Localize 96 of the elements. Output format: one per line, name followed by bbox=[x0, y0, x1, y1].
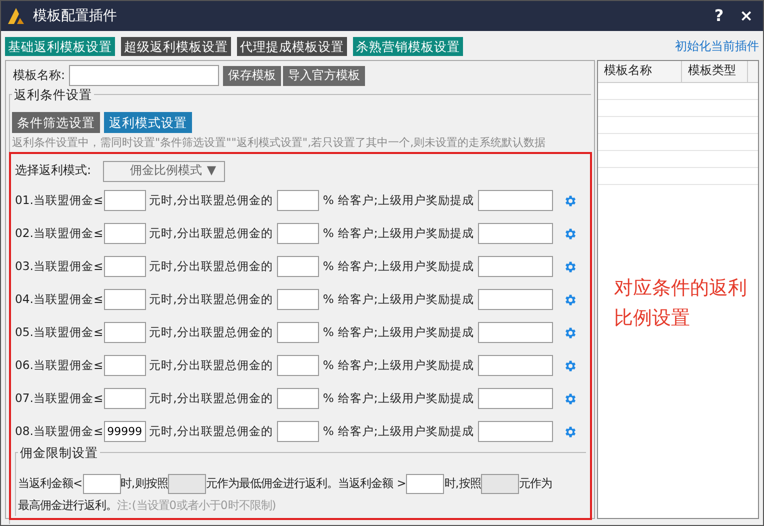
import-template-button[interactable]: 导入官方模板 bbox=[283, 66, 366, 86]
reward-field[interactable] bbox=[478, 190, 553, 212]
condition-text: 07.当联盟佣金≤ bbox=[15, 391, 104, 406]
condition-text: 元时,分出联盟总佣金的 bbox=[149, 424, 273, 440]
limit-text: 最高佣金进行返利。 bbox=[18, 498, 117, 512]
percent-field[interactable] bbox=[276, 223, 319, 244]
field-label: 模板名称: bbox=[13, 68, 66, 84]
logo-icon bbox=[7, 8, 25, 24]
condition-text: 给客户;上级用户奖励提成 bbox=[338, 259, 474, 274]
limit-text: 当返利金额< bbox=[18, 476, 83, 490]
unit-text: % bbox=[322, 259, 334, 274]
reward-field[interactable] bbox=[478, 355, 553, 376]
reward-field[interactable] bbox=[478, 223, 553, 244]
condition-text: 给客户;上级用户奖励提成 bbox=[338, 391, 474, 406]
settings-icon[interactable] bbox=[562, 226, 577, 241]
condition-text: 05.当联盟佣金≤ bbox=[15, 325, 104, 340]
percent-field[interactable] bbox=[276, 322, 319, 344]
condition-text: 元时,分出联盟总佣金的 bbox=[149, 226, 273, 242]
threshold-field[interactable] bbox=[104, 223, 146, 244]
settings-icon[interactable] bbox=[562, 194, 577, 208]
section-legend: 返利条件设置 bbox=[12, 87, 94, 102]
limit-text: 元作为最低佣金进行返利。当返利金额 > bbox=[206, 476, 406, 490]
unit-text: % bbox=[322, 325, 334, 340]
help-button[interactable]: ? bbox=[710, 6, 728, 26]
template-tab-button[interactable]: 代理提成模板设置 bbox=[237, 37, 347, 56]
threshold-field[interactable] bbox=[104, 190, 146, 212]
column-header[interactable]: 模板名称 bbox=[598, 61, 682, 82]
reward-field[interactable] bbox=[478, 388, 553, 410]
limit-text: 时,则按照 bbox=[120, 476, 168, 490]
settings-icon[interactable] bbox=[562, 424, 577, 439]
settings-tab[interactable]: 返利模式设置 bbox=[104, 112, 192, 133]
settings-tab[interactable]: 条件筛选设置 bbox=[12, 112, 100, 133]
percent-field[interactable] bbox=[276, 388, 319, 410]
percent-field[interactable] bbox=[276, 355, 319, 376]
mode-dropdown[interactable]: 佣金比例模式 ▼ bbox=[103, 160, 226, 182]
condition-text: 03.当联盟佣金≤ bbox=[15, 259, 104, 274]
note-text: 注:(当设置0或者小于0时不限制) bbox=[117, 498, 276, 512]
template-tab-button[interactable]: 超级返利模板设置 bbox=[121, 37, 231, 56]
condition-text: 给客户;上级用户奖励提成 bbox=[338, 292, 474, 308]
condition-text: 02.当联盟佣金≤ bbox=[15, 226, 104, 242]
percent-field[interactable] bbox=[276, 289, 319, 310]
condition-text: 08.当联盟佣金≤ bbox=[15, 424, 104, 440]
window-title: 模板配置插件 bbox=[33, 6, 117, 26]
condition-text: 元时,分出联盟总佣金的 bbox=[149, 292, 273, 308]
threshold-field[interactable]: 99999 bbox=[104, 421, 146, 442]
threshold-field[interactable] bbox=[104, 388, 146, 410]
condition-text: 元时,分出联盟总佣金的 bbox=[149, 358, 273, 374]
condition-text: 元时,分出联盟总佣金的 bbox=[149, 193, 273, 208]
annotation-text: 对应条件的返利比例设置 bbox=[614, 276, 748, 331]
settings-icon[interactable] bbox=[562, 358, 577, 373]
reward-field[interactable] bbox=[478, 322, 553, 344]
condition-text: 元时,分出联盟总佣金的 bbox=[149, 391, 273, 406]
condition-text: 04.当联盟佣金≤ bbox=[15, 292, 104, 308]
percent-field[interactable] bbox=[276, 256, 319, 278]
threshold-field[interactable] bbox=[104, 322, 146, 344]
unit-text: % bbox=[322, 391, 334, 406]
field-label: 选择返利模式: bbox=[15, 163, 92, 179]
unit-text: % bbox=[322, 292, 334, 308]
condition-text: 给客户;上级用户奖励提成 bbox=[338, 358, 474, 374]
condition-text: 给客户;上级用户奖励提成 bbox=[338, 226, 474, 242]
condition-text: 01.当联盟佣金≤ bbox=[15, 193, 104, 208]
template-tab-button[interactable]: 杀熟营销模板设置 bbox=[353, 37, 463, 56]
save-template-button[interactable]: 保存模板 bbox=[223, 66, 282, 86]
condition-text: 给客户;上级用户奖励提成 bbox=[338, 325, 474, 340]
reward-field[interactable] bbox=[478, 289, 553, 310]
condition-text: 元时,分出联盟总佣金的 bbox=[149, 259, 273, 274]
unit-text: % bbox=[322, 424, 334, 440]
reward-field[interactable] bbox=[478, 421, 553, 442]
amount-field[interactable] bbox=[406, 474, 444, 494]
unit-text: % bbox=[322, 193, 334, 208]
condition-text: 元时,分出联盟总佣金的 bbox=[149, 325, 273, 340]
threshold-field[interactable] bbox=[104, 289, 146, 310]
condition-text: 给客户;上级用户奖励提成 bbox=[338, 424, 474, 440]
reward-field[interactable] bbox=[478, 256, 553, 278]
condition-text: 给客户;上级用户奖励提成 bbox=[338, 193, 474, 208]
unit-text: % bbox=[322, 358, 334, 374]
condition-text: 06.当联盟佣金≤ bbox=[15, 358, 104, 374]
unit-text: % bbox=[322, 226, 334, 242]
hint-text: 返利条件设置中，需同时设置"条件筛选设置""返利模式设置",若只设置了其中一个,则未设置的走系统默认数据 bbox=[12, 136, 547, 150]
threshold-field[interactable] bbox=[104, 256, 146, 278]
settings-icon[interactable] bbox=[562, 292, 577, 307]
settings-icon[interactable] bbox=[562, 326, 577, 340]
percent-field[interactable] bbox=[276, 190, 319, 212]
template-tab-button[interactable]: 基础返利模板设置 bbox=[5, 37, 115, 56]
reset-plugin-link[interactable]: 初始化当前插件 bbox=[675, 38, 759, 54]
amount-field[interactable] bbox=[82, 474, 121, 494]
settings-icon[interactable] bbox=[562, 260, 577, 274]
column-header[interactable]: 模板类型 bbox=[682, 61, 748, 82]
percent-field[interactable] bbox=[276, 421, 319, 442]
limit-text: 时,按照 bbox=[444, 476, 481, 490]
settings-icon[interactable] bbox=[562, 392, 577, 406]
threshold-field[interactable] bbox=[104, 355, 146, 376]
section-legend: 佣金限制设置 bbox=[18, 445, 100, 460]
template-name-field[interactable] bbox=[69, 65, 220, 86]
limit-text: 元作为 bbox=[518, 476, 552, 490]
close-button[interactable]: × bbox=[736, 6, 757, 26]
